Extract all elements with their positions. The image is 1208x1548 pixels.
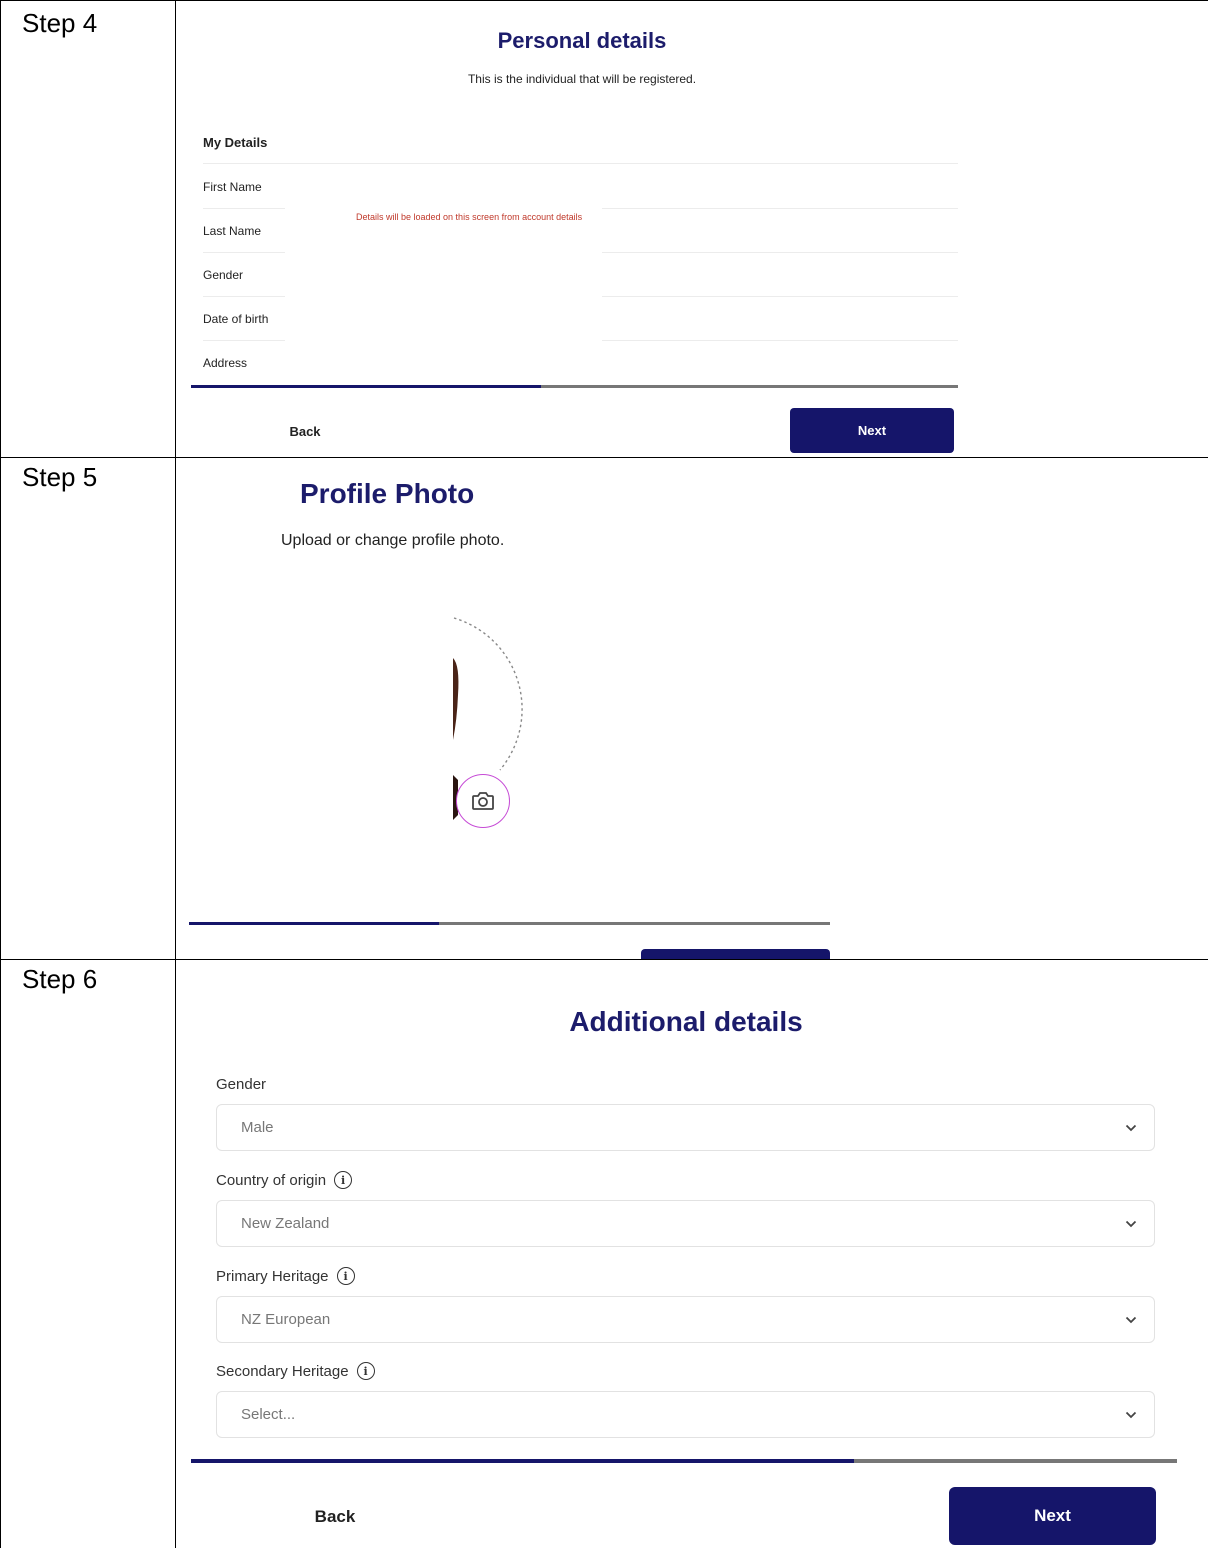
table-border-left (0, 0, 1, 1548)
chevron-down-icon (1124, 1217, 1138, 1231)
step-label-4: Step 4 (22, 8, 98, 38)
info-icon[interactable]: i (336, 1267, 355, 1285)
progress-bar-fill (191, 1459, 854, 1463)
back-button[interactable]: Back (280, 1500, 390, 1534)
field-last-name: Last Name (203, 224, 262, 238)
divider (602, 252, 958, 253)
info-note: Details will be loaded on this screen fr… (356, 212, 583, 222)
next-button[interactable] (641, 949, 830, 959)
progress-bar-fill (189, 922, 439, 925)
primary-heritage-select[interactable]: NZ European (216, 1296, 1155, 1343)
country-of-origin-select[interactable]: New Zealand (216, 1200, 1155, 1247)
select-value: New Zealand (241, 1215, 330, 1232)
divider (602, 208, 958, 209)
chevron-down-icon (1124, 1121, 1138, 1135)
label-text: Country of origin (216, 1171, 327, 1189)
table-border-top (0, 0, 1208, 1)
page-title: Additional details (569, 1006, 803, 1037)
section-heading: My Details (203, 135, 268, 150)
divider (203, 296, 285, 297)
next-button[interactable]: Next (949, 1487, 1156, 1545)
step-label-5: Step 5 (22, 462, 98, 492)
field-first-name: First Name (203, 180, 262, 194)
select-value: Select... (241, 1406, 296, 1423)
field-gender: Gender (203, 268, 244, 282)
chevron-down-icon (1124, 1408, 1138, 1422)
secondary-heritage-select[interactable]: Select... (216, 1391, 1155, 1438)
page-subtitle: Upload or change profile photo. (281, 532, 505, 549)
field-label-gender: Gender (216, 1076, 266, 1093)
progress-bar-fill (191, 385, 541, 388)
divider (203, 252, 285, 253)
select-value: NZ European (241, 1311, 331, 1328)
label-text: Primary Heritage (216, 1267, 329, 1285)
field-label-primary-heritage: Primary Heritage i (216, 1267, 355, 1285)
label-text: Secondary Heritage (216, 1362, 349, 1380)
table-row-divider-2 (0, 959, 1208, 960)
field-date-of-birth: Date of birth (203, 312, 269, 326)
camera-icon (472, 792, 494, 810)
photo-crop-fragment (453, 658, 459, 740)
table-row-divider-1 (0, 457, 1208, 458)
divider (203, 163, 958, 164)
divider (203, 208, 285, 209)
info-icon[interactable]: i (334, 1171, 353, 1189)
camera-button[interactable] (456, 774, 510, 828)
back-button[interactable]: Back (260, 416, 350, 446)
field-label-secondary-heritage: Secondary Heritage i (216, 1362, 375, 1380)
page-subtitle: This is the individual that will be regi… (467, 72, 697, 86)
divider (602, 340, 958, 341)
table-column-divider (175, 0, 176, 1548)
chevron-down-icon (1124, 1313, 1138, 1327)
page-title: Profile Photo (300, 478, 475, 509)
page-title: Personal details (497, 28, 667, 53)
select-value: Male (241, 1119, 274, 1136)
field-address: Address (203, 356, 248, 370)
next-button[interactable]: Next (790, 408, 954, 453)
step-label-6: Step 6 (22, 964, 98, 994)
field-label-country-of-origin: Country of origin i (216, 1171, 353, 1189)
divider (602, 296, 958, 297)
info-icon[interactable]: i (356, 1362, 375, 1380)
divider (203, 340, 285, 341)
label-text: Gender (216, 1076, 267, 1093)
gender-select[interactable]: Male (216, 1104, 1155, 1151)
